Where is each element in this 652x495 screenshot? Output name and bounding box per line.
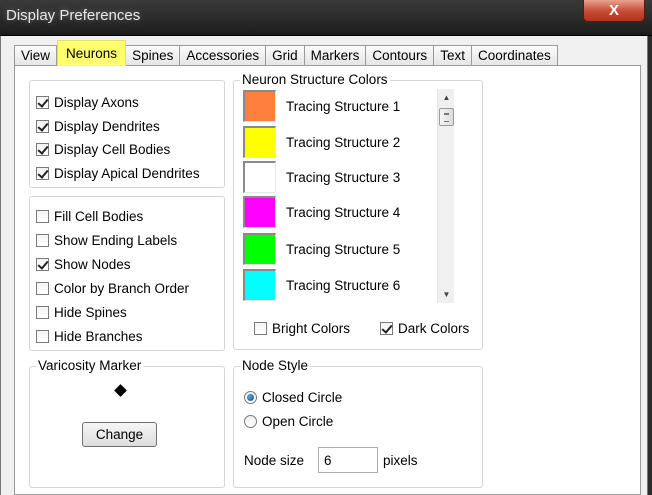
scroll-down-icon[interactable]: ▼ [438,286,455,303]
checkbox-label: Color by Branch Order [54,280,190,296]
checkbox-label: Fill Cell Bodies [54,208,144,224]
fill-cell-bodies-checkbox[interactable]: Fill Cell Bodies [36,207,143,225]
color-swatch[interactable] [243,196,276,228]
structure-colors-title: Neuron Structure Colors [240,72,390,87]
checkbox-box[interactable] [36,233,49,247]
checkbox-label: Hide Branches [54,328,143,344]
structure-colors-group: Neuron Structure Colors Tracing Structur… [233,72,483,350]
checkbox-box[interactable] [36,166,49,180]
show-nodes-checkbox[interactable]: Show Nodes [36,255,131,273]
color-swatch[interactable] [243,269,276,301]
dialog-client: View Neurons Spines Accessories Grid Mar… [0,36,648,495]
tab-text[interactable]: Text [434,45,472,66]
checkbox-label: Display Apical Dendrites [54,165,200,181]
tab-coordinates[interactable]: Coordinates [471,45,558,66]
neurons-tab-panel: Display Axons Display Dendrites Display … [14,65,641,495]
structure-color-item[interactable]: Tracing Structure 1 [243,90,400,122]
diamond-marker-icon [114,384,127,397]
checkbox-label: Hide Spines [54,304,127,320]
radio-button[interactable] [244,414,257,428]
structure-color-item[interactable]: Tracing Structure 6 [243,269,400,301]
node-size-unit: pixels [383,453,418,468]
tab-markers[interactable]: Markers [304,45,367,66]
bright-colors-checkbox[interactable]: Bright Colors [254,319,350,337]
checkbox-box[interactable] [36,257,49,271]
hide-spines-checkbox[interactable]: Hide Spines [36,303,127,321]
checkbox-box[interactable] [380,321,393,335]
title-bar[interactable]: Display Preferences X [0,0,652,36]
radio-label: Open Circle [262,413,334,429]
color-swatch[interactable] [243,90,276,122]
dark-colors-checkbox[interactable]: Dark Colors [380,319,469,337]
color-swatch[interactable] [243,161,276,193]
structure-label: Tracing Structure 3 [286,169,401,185]
structure-color-item[interactable]: Tracing Structure 4 [243,196,400,228]
tab-neurons[interactable]: Neurons [57,40,127,66]
closed-circle-radio[interactable]: Closed Circle [244,388,342,406]
close-button[interactable]: X [583,0,645,22]
checkbox-box[interactable] [36,209,49,223]
hide-branches-checkbox[interactable]: Hide Branches [36,327,143,345]
display-options-group: Display Axons Display Dendrites Display … [29,80,225,188]
tab-view[interactable]: View [14,45,58,66]
checkbox-label: Bright Colors [272,320,351,336]
checkbox-box[interactable] [36,142,49,156]
open-circle-radio[interactable]: Open Circle [244,412,333,430]
color-swatch[interactable] [243,233,276,265]
checkbox-box[interactable] [36,95,49,109]
scroll-up-icon[interactable]: ▲ [438,89,455,106]
checkbox-label: Display Axons [54,94,139,110]
structure-list-scrollbar[interactable]: ▲ ▼ [437,89,454,303]
checkbox-box[interactable] [36,329,49,343]
checkbox-box[interactable] [36,281,49,295]
checkbox-box[interactable] [36,119,49,133]
structure-label: Tracing Structure 2 [286,134,401,150]
checkbox-label: Dark Colors [398,320,470,336]
tab-contours[interactable]: Contours [366,45,435,66]
checkbox-label: Display Cell Bodies [54,141,171,157]
display-dendrites-checkbox[interactable]: Display Dendrites [36,117,160,135]
color-swatch[interactable] [243,126,276,158]
display-axons-checkbox[interactable]: Display Axons [36,93,139,111]
radio-button[interactable] [244,390,257,404]
structure-label: Tracing Structure 1 [286,98,401,114]
checkbox-box[interactable] [36,305,49,319]
change-marker-button[interactable]: Change [82,422,157,447]
structure-label: Tracing Structure 5 [286,241,401,257]
checkbox-label: Show Nodes [54,256,131,272]
tab-grid[interactable]: Grid [266,45,305,66]
varicosity-title: Varicosity Marker [36,358,144,373]
display-apical-dendrites-checkbox[interactable]: Display Apical Dendrites [36,164,200,182]
node-size-label: Node size [244,453,305,468]
checkbox-box[interactable] [254,321,267,335]
checkbox-label: Display Dendrites [54,118,160,134]
structure-color-item[interactable]: Tracing Structure 3 [243,161,400,193]
display-cell-bodies-checkbox[interactable]: Display Cell Bodies [36,140,170,158]
structure-color-item[interactable]: Tracing Structure 5 [243,233,400,265]
checkbox-label: Show Ending Labels [54,232,178,248]
color-by-branch-order-checkbox[interactable]: Color by Branch Order [36,279,189,297]
scrollbar-thumb[interactable] [439,108,454,126]
structure-label: Tracing Structure 4 [286,204,401,220]
radio-label: Closed Circle [262,389,343,405]
tab-accessories[interactable]: Accessories [180,45,267,66]
window-frame-right [648,36,652,495]
tab-spines[interactable]: Spines [126,45,181,66]
tab-bar: View Neurons Spines Accessories Grid Mar… [14,40,558,66]
neuron-options-group: Fill Cell Bodies Show Ending Labels Show… [29,196,225,351]
node-style-title: Node Style [240,358,311,373]
structure-label: Tracing Structure 6 [286,277,401,293]
show-ending-labels-checkbox[interactable]: Show Ending Labels [36,231,177,249]
node-size-input[interactable] [318,447,378,473]
node-style-group: Node Style Closed Circle Open Circle Nod… [233,358,483,488]
varicosity-marker-group: Varicosity Marker Change [29,358,225,488]
structure-color-item[interactable]: Tracing Structure 2 [243,126,400,158]
window-title: Display Preferences [6,7,141,24]
